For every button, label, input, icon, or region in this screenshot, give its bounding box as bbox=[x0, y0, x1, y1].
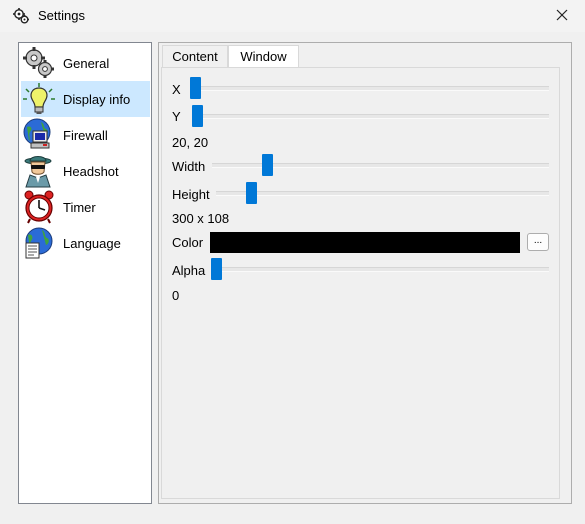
height-slider-thumb[interactable] bbox=[246, 182, 257, 204]
sidebar-item-language[interactable]: Language bbox=[21, 225, 150, 261]
y-slider-track[interactable] bbox=[192, 114, 549, 119]
size-readout: 300 x 108 bbox=[172, 211, 230, 226]
close-button[interactable] bbox=[539, 0, 585, 32]
sidebar-item-label: Language bbox=[63, 235, 121, 251]
lightbulb-icon bbox=[21, 81, 57, 117]
color-label: Color bbox=[172, 235, 204, 250]
window-tab-page bbox=[161, 67, 560, 499]
sidebar-item-general[interactable]: General bbox=[21, 45, 150, 81]
globe-document-icon bbox=[21, 225, 57, 261]
color-swatch[interactable] bbox=[210, 232, 520, 253]
sidebar-item-label: Display info bbox=[63, 91, 131, 107]
x-label: X bbox=[172, 82, 181, 97]
tab-content[interactable]: Content bbox=[162, 45, 228, 67]
window-title: Settings bbox=[38, 8, 85, 23]
sidebar-item-label: Timer bbox=[63, 199, 96, 215]
tab-label: Window bbox=[240, 49, 287, 64]
alpha-label: Alpha bbox=[172, 263, 206, 278]
color-picker-button-label: ... bbox=[533, 235, 543, 246]
sidebar-item-timer[interactable]: Timer bbox=[21, 189, 150, 225]
alpha-slider-thumb[interactable] bbox=[211, 258, 222, 280]
x-slider-track[interactable] bbox=[190, 86, 549, 91]
y-slider-thumb[interactable] bbox=[192, 105, 203, 127]
y-label: Y bbox=[172, 109, 181, 124]
x-slider-thumb[interactable] bbox=[190, 77, 201, 99]
sidebar-item-headshot[interactable]: Headshot bbox=[21, 153, 150, 189]
gears-icon bbox=[21, 45, 57, 81]
sidebar-item-firewall[interactable]: Firewall bbox=[21, 117, 150, 153]
sidebar-item-label: Headshot bbox=[63, 163, 119, 179]
alpha-slider-track[interactable] bbox=[211, 267, 549, 272]
color-picker-button[interactable]: ... bbox=[527, 233, 549, 251]
sidebar-item-label: Firewall bbox=[63, 127, 108, 143]
height-label: Height bbox=[172, 187, 210, 202]
tab-window[interactable]: Window bbox=[228, 45, 299, 67]
spy-icon bbox=[21, 153, 57, 189]
alarm-clock-icon bbox=[21, 189, 57, 225]
width-label: Width bbox=[172, 159, 206, 174]
settings-window: Settings General Display info Firewall H… bbox=[0, 0, 585, 524]
height-slider-track[interactable] bbox=[216, 191, 549, 196]
position-readout: 20, 20 bbox=[172, 135, 209, 150]
category-list: General Display info Firewall Headshot T… bbox=[18, 42, 152, 504]
tab-label: Content bbox=[172, 49, 218, 64]
sidebar-item-display-info[interactable]: Display info bbox=[21, 81, 150, 117]
close-icon bbox=[556, 9, 568, 24]
title-bar: Settings bbox=[0, 0, 585, 32]
firewall-globe-icon bbox=[21, 117, 57, 153]
width-slider-thumb[interactable] bbox=[262, 154, 273, 176]
sidebar-item-label: General bbox=[63, 55, 110, 71]
alpha-readout: 0 bbox=[172, 288, 180, 303]
settings-gears-icon bbox=[12, 7, 30, 25]
